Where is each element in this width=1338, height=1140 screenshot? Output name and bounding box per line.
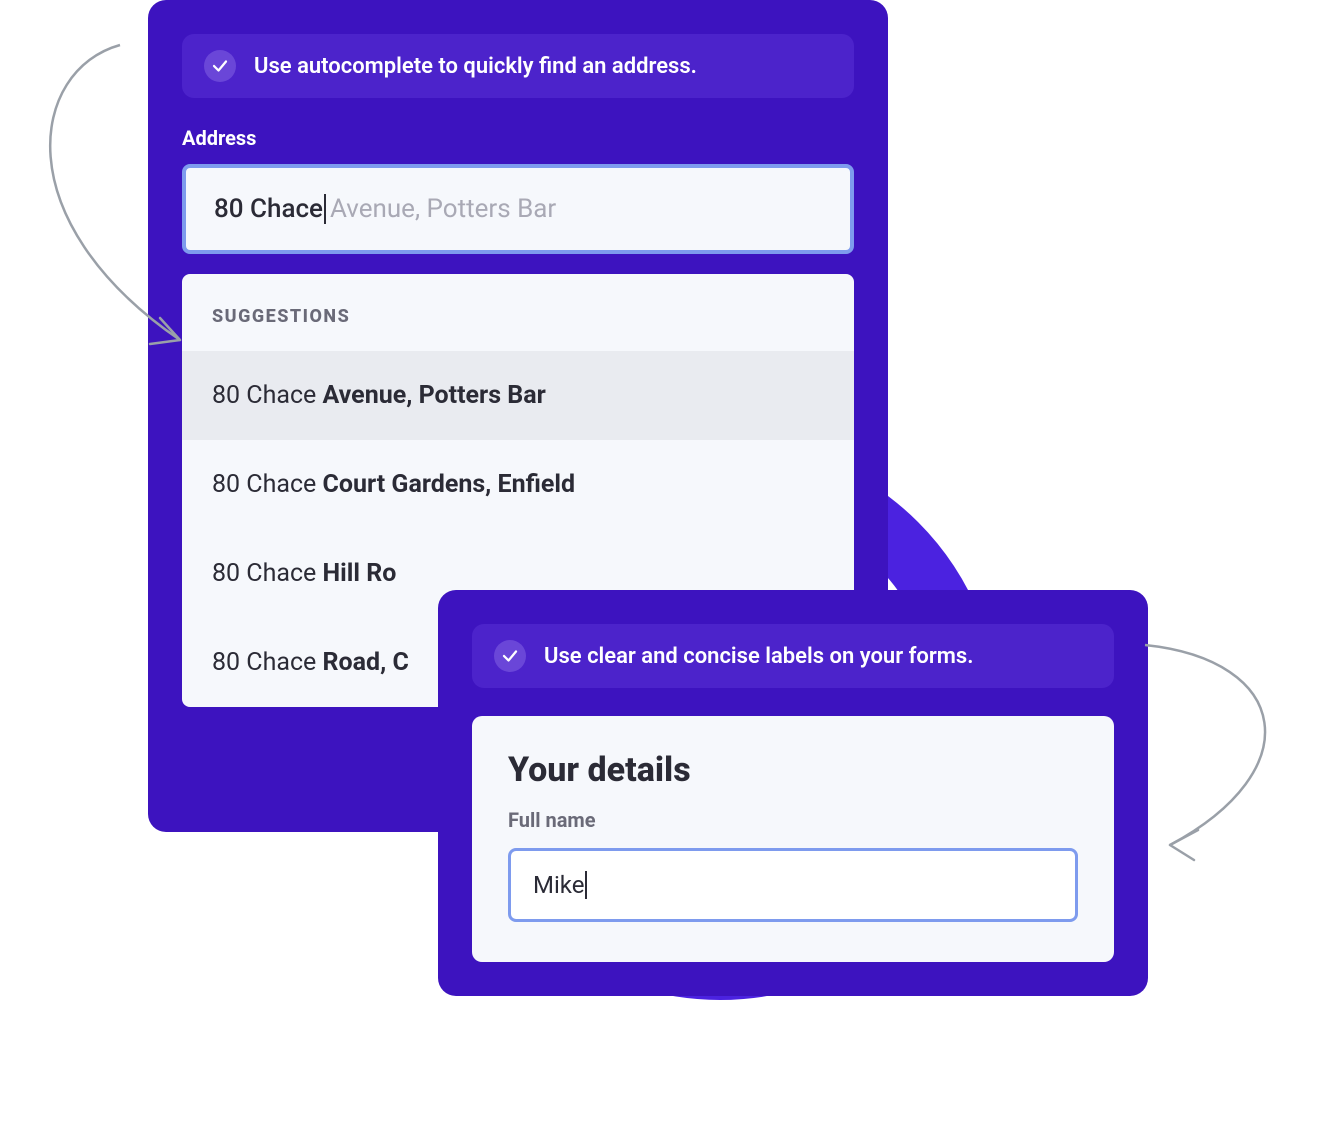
suggestion-prefix: 80 Chace — [212, 648, 323, 677]
arrow-left-icon — [0, 40, 210, 360]
suggestion-item[interactable]: 80 Chace Avenue, Potters Bar — [182, 351, 854, 440]
details-card: Your details Full name Mike — [472, 716, 1114, 962]
full-name-input[interactable]: Mike — [508, 848, 1078, 922]
suggestion-prefix: 80 Chace — [212, 470, 323, 499]
suggestion-prefix: 80 Chace — [212, 381, 323, 410]
tip-text: Use autocomplete to quickly find an addr… — [254, 54, 697, 79]
suggestion-prefix: 80 Chace — [212, 559, 323, 588]
tip-pill-labels: Use clear and concise labels on your for… — [472, 624, 1114, 688]
suggestion-bold: Court Gardens, Enfield — [323, 470, 576, 499]
name-typed-text: Mike — [533, 871, 587, 899]
details-panel: Use clear and concise labels on your for… — [438, 590, 1148, 996]
address-ghost-text: Avenue, Potters Bar — [326, 194, 556, 224]
address-label: Address — [182, 126, 854, 150]
address-input[interactable]: 80 Chace Avenue, Potters Bar — [182, 164, 854, 254]
tip-text: Use clear and concise labels on your for… — [544, 644, 973, 669]
suggestion-bold: Avenue, Potters Bar — [323, 381, 546, 410]
tip-pill-autocomplete: Use autocomplete to quickly find an addr… — [182, 34, 854, 98]
suggestion-item[interactable]: 80 Chace Court Gardens, Enfield — [182, 440, 854, 529]
suggestion-bold: Road, C — [323, 648, 409, 677]
arrow-right-icon — [1140, 640, 1338, 870]
details-title: Your details — [508, 750, 1078, 790]
check-icon — [494, 640, 526, 672]
suggestions-header: SUGGESTIONS — [182, 274, 854, 351]
full-name-label: Full name — [508, 808, 1078, 832]
address-typed-text: 80 Chace — [214, 194, 326, 224]
suggestion-bold: Hill Ro — [323, 559, 397, 588]
